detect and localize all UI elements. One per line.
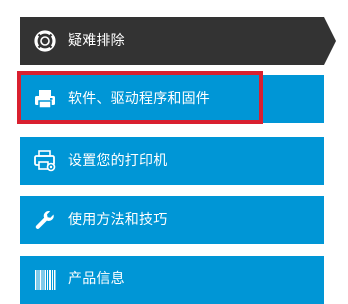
menu-item-label: 使用方法和技巧 [68, 212, 168, 228]
menu-item-label: 产品信息 [68, 271, 125, 287]
lifebuoy-icon [34, 30, 56, 52]
menu-item-label: 设置您的打印机 [68, 153, 168, 169]
menu-item-label: 疑难排除 [68, 33, 125, 49]
menu-item-troubleshooting[interactable]: 疑难排除 [20, 17, 324, 65]
menu-item-software-drivers-firmware[interactable]: 软件、驱动程序和固件 [20, 75, 324, 123]
barcode-icon [34, 269, 56, 291]
printer-icon [34, 88, 56, 110]
menu-item-product-info[interactable]: 产品信息 [20, 256, 324, 304]
menu-item-printer-setup[interactable]: 设置您的打印机 [20, 137, 324, 185]
support-side-menu: 疑难排除 软件、驱动程序和固件 设置您的打印机 使用方法和技巧 产品信息 [0, 0, 348, 304]
active-item-arrow [324, 17, 336, 65]
menu-item-how-to-tips[interactable]: 使用方法和技巧 [20, 196, 324, 244]
wrench-icon [34, 209, 56, 231]
menu-item-label: 软件、驱动程序和固件 [68, 91, 210, 107]
printer-setup-icon [34, 150, 56, 172]
